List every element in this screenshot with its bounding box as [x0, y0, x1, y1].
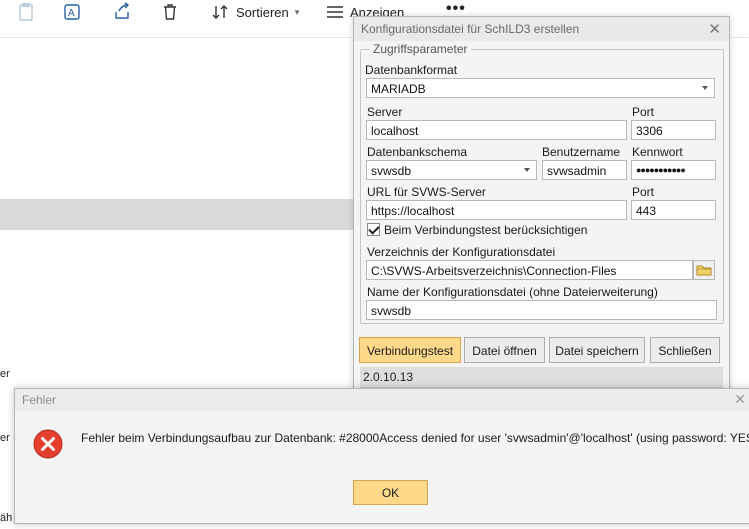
port-label: Port	[632, 105, 655, 119]
svg-text:A: A	[68, 8, 75, 19]
directory-input[interactable]: C:\SVWS-Arbeitsverzeichnis\Connection-Fi…	[366, 260, 693, 280]
share-icon[interactable]	[112, 2, 132, 22]
open-file-button[interactable]: Datei öffnen	[464, 337, 545, 363]
sort-button[interactable]: Sortieren ▾	[212, 3, 299, 21]
chevron-down-icon	[524, 168, 530, 172]
url-port-input[interactable]: 443	[631, 200, 716, 220]
db-format-label: Datenbankformat	[365, 63, 458, 77]
consider-test-checkbox[interactable]	[367, 223, 380, 236]
url-port-label: Port	[632, 185, 655, 199]
config-dialog: Konfigurationsdatei für SchILD3 erstelle…	[353, 16, 730, 402]
version-statusbar: 2.0.10.13	[360, 367, 723, 387]
group-title: Zugriffsparameter	[369, 42, 472, 56]
password-label: Kennwort	[632, 145, 683, 159]
schema-select[interactable]: svwsdb	[366, 160, 537, 180]
password-input[interactable]: ●●●●●●●●●●●	[631, 160, 716, 180]
close-button[interactable]: Schließen	[650, 337, 720, 363]
db-format-select[interactable]: MARIADB	[366, 78, 715, 98]
server-input[interactable]: localhost	[366, 120, 627, 140]
version-text: 2.0.10.13	[363, 370, 414, 384]
port-input[interactable]: 3306	[631, 120, 716, 140]
ok-button[interactable]: OK	[353, 480, 428, 505]
dialog-title: Konfigurationsdatei für SchILD3 erstelle…	[361, 22, 580, 36]
url-input[interactable]: https://localhost	[366, 200, 627, 220]
selected-row-band	[0, 199, 360, 230]
truncated-text: er	[0, 432, 10, 444]
directory-label: Verzeichnis der Konfigurationsdatei	[367, 245, 556, 259]
truncated-text: er	[0, 368, 10, 380]
folder-icon	[696, 265, 712, 276]
connection-test-button[interactable]: Verbindungstest	[359, 337, 461, 363]
save-file-button[interactable]: Datei speichern	[549, 337, 645, 363]
paste-icon[interactable]	[16, 2, 36, 22]
db-format-value: MARIADB	[371, 82, 426, 96]
filename-input[interactable]: svwsdb	[366, 300, 717, 320]
chevron-down-icon	[702, 86, 708, 90]
consider-test-label[interactable]: Beim Verbindungstest berücksichtigen	[384, 223, 587, 237]
username-label: Benutzername	[542, 145, 621, 159]
delete-icon[interactable]	[160, 2, 180, 22]
error-dialog: Fehler ✕ Fehler beim Verbindungsaufbau z…	[14, 388, 749, 524]
schema-value: svwsdb	[371, 164, 412, 178]
rename-icon[interactable]: A	[63, 2, 83, 22]
server-label: Server	[367, 105, 403, 119]
error-message: Fehler beim Verbindungsaufbau zur Datenb…	[81, 431, 749, 445]
schema-label: Datenbankschema	[367, 145, 468, 159]
error-dialog-titlebar[interactable]: Fehler ✕	[15, 389, 749, 411]
chevron-down-icon: ▾	[294, 6, 300, 17]
sort-icon	[212, 5, 228, 19]
url-label: URL für SVWS-Server	[367, 185, 486, 199]
truncated-text: äh	[0, 512, 13, 524]
close-icon[interactable]: ✕	[708, 20, 721, 38]
username-input[interactable]: svwsadmin	[542, 160, 627, 180]
close-icon[interactable]: ✕	[734, 391, 746, 408]
config-dialog-titlebar[interactable]: Konfigurationsdatei für SchILD3 erstelle…	[354, 17, 729, 41]
sort-label: Sortieren	[236, 4, 289, 20]
filename-label: Name der Konfigurationsdatei (ohne Datei…	[367, 285, 658, 299]
error-icon	[33, 429, 63, 459]
error-dialog-title: Fehler	[22, 393, 57, 407]
browse-folder-button[interactable]	[693, 260, 715, 280]
list-view-icon	[327, 6, 343, 18]
